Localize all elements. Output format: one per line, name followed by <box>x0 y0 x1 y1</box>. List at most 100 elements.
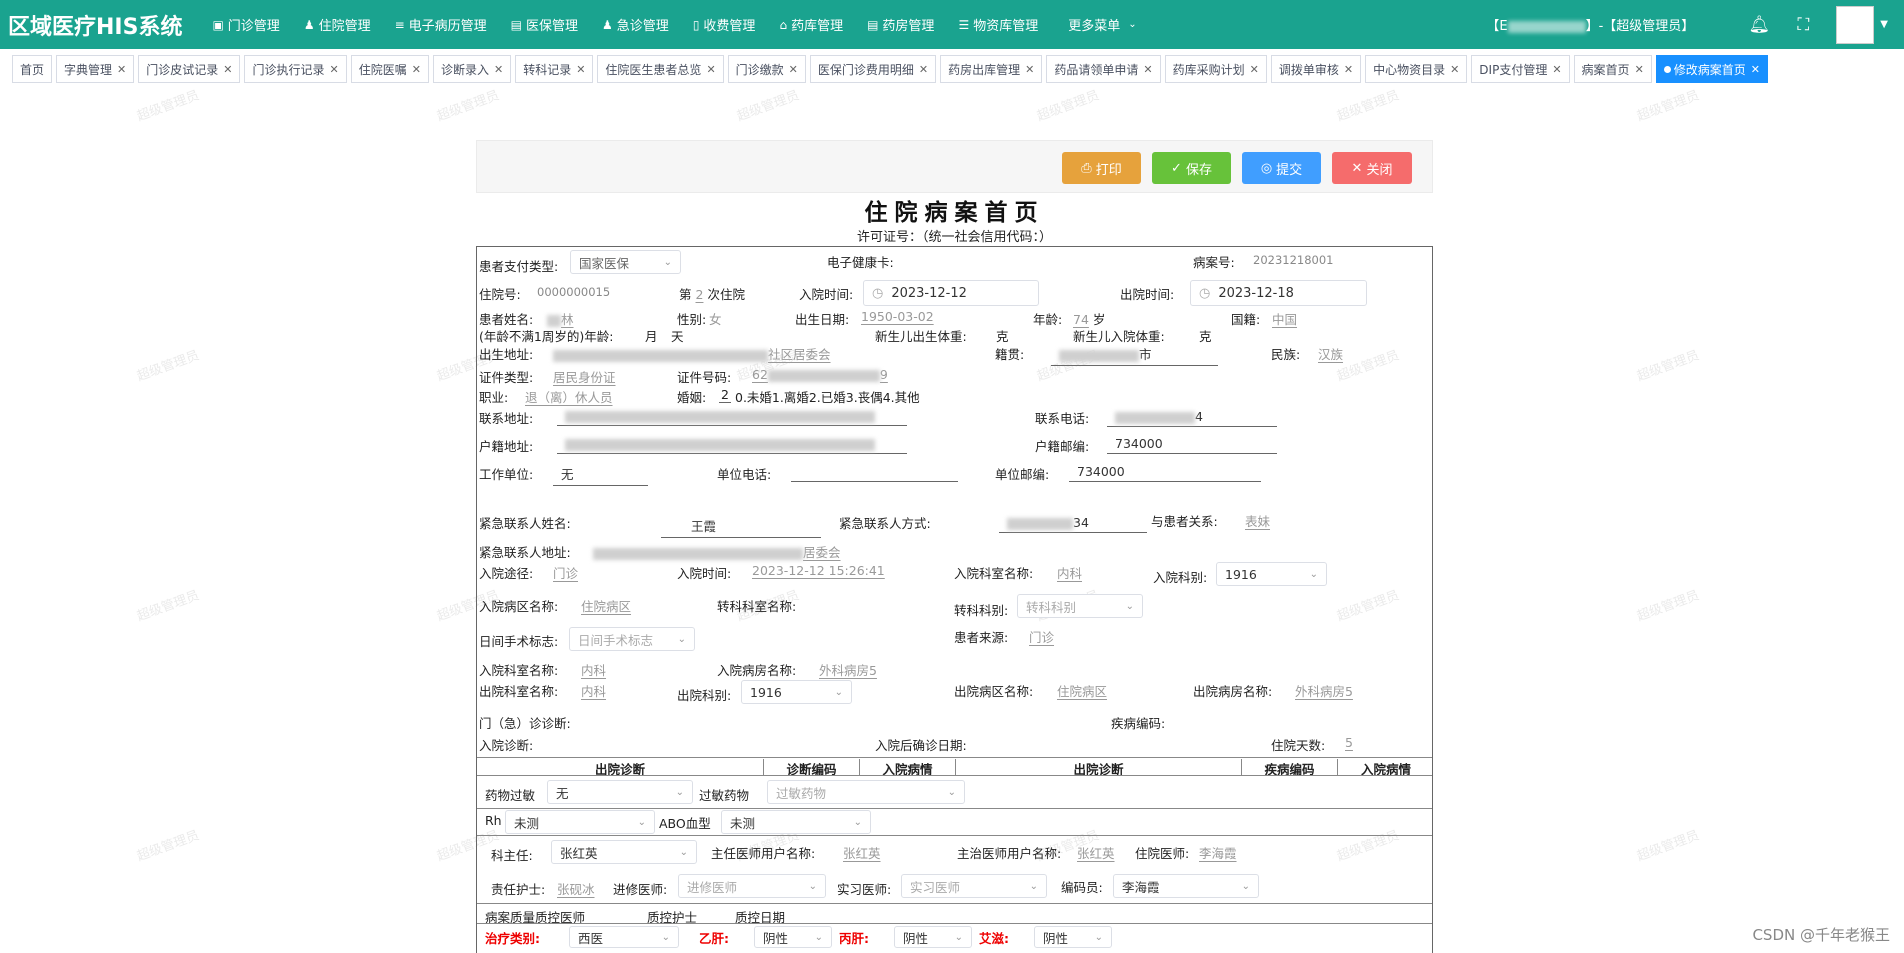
marital-value[interactable]: 2 <box>719 387 731 403</box>
nav-emergency[interactable]: ♟ 急诊管理 <box>590 0 681 49</box>
tab-1[interactable]: 字典管理 ✕ <box>56 55 135 83</box>
close-tab-icon[interactable]: ✕ <box>1552 63 1561 76</box>
nurse-value[interactable]: 张砚冰 <box>557 879 595 898</box>
relation-value[interactable]: 表妹 <box>1245 511 1270 530</box>
close-tab-icon[interactable]: ✕ <box>1025 63 1034 76</box>
hcv-select[interactable]: 阴性 ⌄ <box>894 926 972 948</box>
tab-12[interactable]: 药库采购计划 ✕ <box>1164 55 1267 83</box>
admit-way-value[interactable]: 门诊 <box>553 563 578 582</box>
tab-15[interactable]: DIP支付管理 ✕ <box>1471 55 1570 83</box>
close-button[interactable]: ✕ 关闭 <box>1332 152 1412 184</box>
admit-subject-select[interactable]: 1916 ⌄ <box>1216 562 1327 586</box>
chief-value[interactable]: 张红英 <box>843 843 881 862</box>
registered-zip-value[interactable]: 734000 <box>1107 436 1277 454</box>
treatment-type-select[interactable]: 西医 ⌄ <box>569 926 679 948</box>
tab-3[interactable]: 门诊执行记录 ✕ <box>244 55 347 83</box>
close-tab-icon[interactable]: ✕ <box>789 63 798 76</box>
avatar[interactable] <box>1836 5 1875 44</box>
tab-7[interactable]: 住院医生患者总览 ✕ <box>597 55 724 83</box>
employer-value[interactable]: 无 <box>553 464 648 486</box>
close-tab-icon[interactable]: ✕ <box>1450 63 1459 76</box>
close-tab-icon[interactable]: ✕ <box>1635 63 1644 76</box>
rh-select[interactable]: 未测 ⌄ <box>505 810 655 834</box>
native-place-value[interactable]: 市 <box>1051 344 1218 366</box>
tab-2[interactable]: 门诊皮试记录 ✕ <box>138 55 241 83</box>
close-tab-icon[interactable]: ✕ <box>1751 63 1760 76</box>
occupation-value[interactable]: 退（离）休人员 <box>525 387 613 406</box>
nav-inpatient[interactable]: ♟ 住院管理 <box>292 0 383 49</box>
caret-down-icon[interactable]: ▼ <box>1880 19 1888 30</box>
fullscreen-icon[interactable]: ⛶ <box>1792 15 1814 35</box>
admit-date-picker[interactable]: ◷ 2023-12-12 <box>863 280 1039 306</box>
tab-4[interactable]: 住院医嘱 ✕ <box>350 55 429 83</box>
admit-time2-value[interactable]: 2023-12-12 15:26:41 <box>752 563 885 578</box>
bell-icon[interactable]: 🔔︎ <box>1748 15 1771 35</box>
discharge-dept-value[interactable]: 内科 <box>581 681 606 700</box>
discharge-date-picker[interactable]: ◷ 2023-12-18 <box>1190 280 1367 306</box>
stay-days-value[interactable]: 5 <box>1345 735 1353 750</box>
close-tab-icon[interactable]: ✕ <box>1344 63 1353 76</box>
id-type-value[interactable]: 居民身份证 <box>553 367 616 386</box>
drug-allergy-select[interactable]: 无 ⌄ <box>547 780 693 804</box>
admit-dept2-value[interactable]: 内科 <box>581 660 606 679</box>
id-no-value[interactable]: 62 9 <box>752 367 888 382</box>
hiv-select[interactable]: 阴性 ⌄ <box>1034 926 1112 948</box>
submit-button[interactable]: ◎ 提交 <box>1242 152 1321 184</box>
registered-address-value[interactable] <box>557 436 907 454</box>
discharge-subject-select[interactable]: 1916 ⌄ <box>741 680 852 704</box>
tab-10[interactable]: 药房出库管理 ✕ <box>940 55 1043 83</box>
nationality-value[interactable]: 中国 <box>1272 309 1297 328</box>
abo-select[interactable]: 未测 ⌄ <box>721 810 871 834</box>
tab-6[interactable]: 转科记录 ✕ <box>515 55 594 83</box>
close-tab-icon[interactable]: ✕ <box>117 63 126 76</box>
tab-11[interactable]: 药品请领单申请 ✕ <box>1046 55 1161 83</box>
nav-outpatient[interactable]: ▣ 门诊管理 <box>200 0 291 49</box>
tab-9[interactable]: 医保门诊费用明细 ✕ <box>809 55 937 83</box>
nav-pharmacy[interactable]: ▤ 药房管理 <box>855 0 946 49</box>
advanced-doctor-select[interactable]: 进修医师 ⌄ <box>678 874 826 898</box>
day-surgery-select[interactable]: 日间手术标志 ⌄ <box>569 627 695 651</box>
close-tab-icon[interactable]: ✕ <box>576 63 585 76</box>
tab-14[interactable]: 中心物资目录 ✕ <box>1365 55 1468 83</box>
nav-drug-warehouse[interactable]: ⌂ 药库管理 <box>767 0 855 49</box>
patient-source-value[interactable]: 门诊 <box>1029 627 1054 646</box>
allergy-drug-select[interactable]: 过敏药物 ⌄ <box>767 780 965 804</box>
close-tab-icon[interactable]: ✕ <box>1250 63 1259 76</box>
nav-insurance[interactable]: ▤ 医保管理 <box>499 0 590 49</box>
emergency-address-value[interactable]: 居委会 <box>593 542 841 561</box>
work-zip-value[interactable]: 734000 <box>1069 464 1261 482</box>
hbv-select[interactable]: 阴性 ⌄ <box>754 926 832 948</box>
admit-ward-value[interactable]: 住院病区 <box>581 596 631 615</box>
nav-billing[interactable]: ▯ 收费管理 <box>681 0 768 49</box>
gender-value[interactable]: 女 <box>709 309 722 328</box>
pay-type-select[interactable]: 国家医保 ⌄ <box>570 250 681 274</box>
save-button[interactable]: ✓ 保存 <box>1152 152 1231 184</box>
emergency-contact-value[interactable]: 王霞 <box>661 516 821 538</box>
work-phone-value[interactable] <box>791 464 958 482</box>
nav-emr[interactable]: ≡ 电子病历管理 <box>383 0 499 49</box>
print-button[interactable]: ⎙ 打印 <box>1062 152 1141 184</box>
transfer-subject-select[interactable]: 转科科别 ⌄ <box>1017 594 1143 618</box>
birthplace-value[interactable]: 社区居委会 <box>553 344 831 363</box>
close-tab-icon[interactable]: ✕ <box>223 63 232 76</box>
tab-17[interactable]: 修改病案首页 ✕ <box>1655 55 1769 83</box>
contact-phone-value[interactable]: 4 <box>1107 409 1277 427</box>
nav-materials[interactable]: ☰ 物资库管理 <box>946 0 1050 49</box>
intern-select[interactable]: 实习医师 ⌄ <box>901 874 1047 898</box>
tab-16[interactable]: 病案首页 ✕ <box>1573 55 1652 83</box>
discharge-room-value[interactable]: 外科病房5 <box>1295 681 1353 700</box>
director-select[interactable]: 张红英 ⌄ <box>551 840 697 864</box>
user-info[interactable]: 【E 】-【超级管理员】 <box>1486 15 1694 34</box>
resident-value[interactable]: 李海霞 <box>1199 843 1237 862</box>
tab-0[interactable]: 首页 <box>12 55 53 83</box>
attending-value[interactable]: 张红英 <box>1077 843 1115 862</box>
close-tab-icon[interactable]: ✕ <box>412 63 421 76</box>
birth-date-value[interactable]: 1950-03-02 <box>861 309 934 324</box>
close-tab-icon[interactable]: ✕ <box>706 63 715 76</box>
discharge-ward-value[interactable]: 住院病区 <box>1057 681 1107 700</box>
emergency-phone-value[interactable]: 34 <box>999 515 1147 533</box>
close-tab-icon[interactable]: ✕ <box>330 63 339 76</box>
close-tab-icon[interactable]: ✕ <box>919 63 928 76</box>
admit-room-value[interactable]: 外科病房5 <box>819 660 877 679</box>
coder-select[interactable]: 李海霞 ⌄ <box>1113 874 1259 898</box>
